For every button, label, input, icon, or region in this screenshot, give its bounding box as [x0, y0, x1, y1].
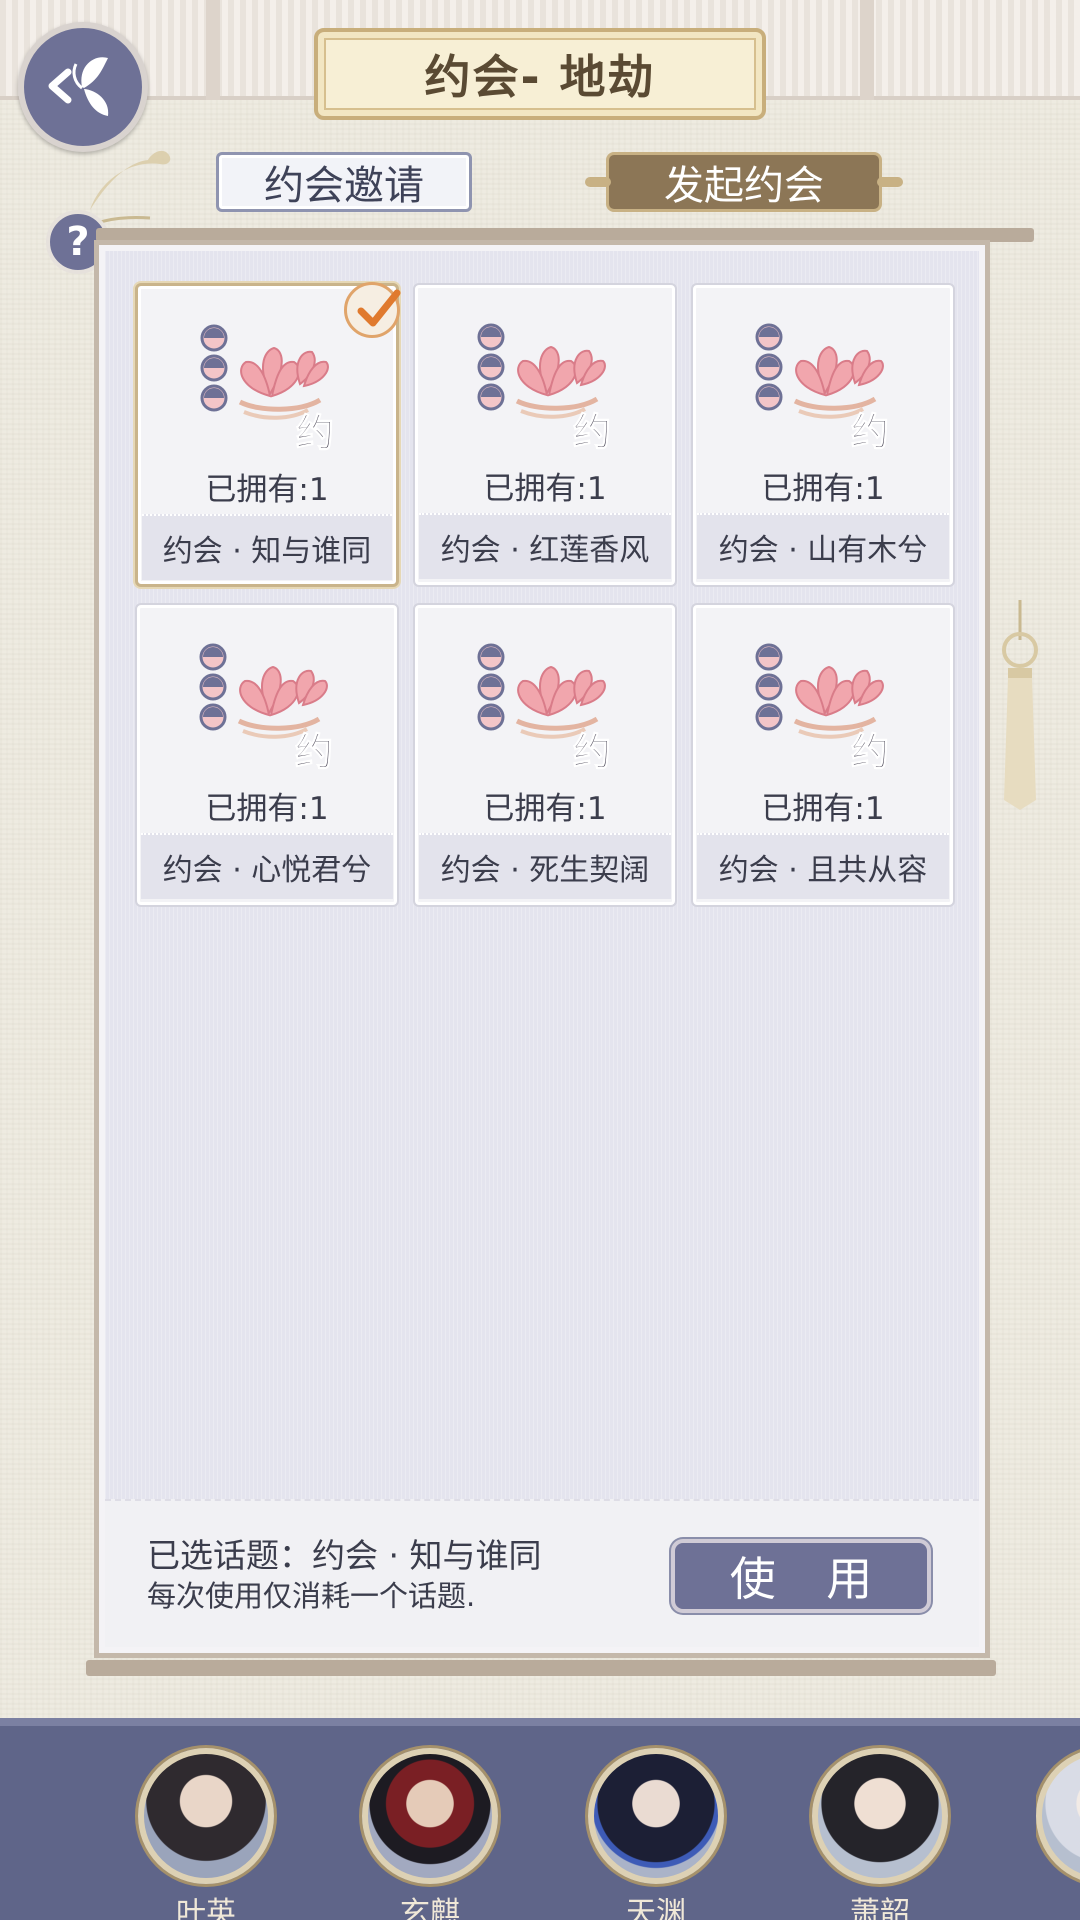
date-character-label: 约: [851, 730, 889, 773]
character-name: 叶英: [176, 1896, 236, 1920]
lotus-date-icon: 约: [199, 643, 334, 773]
date-character-label: 约: [573, 730, 611, 773]
avatar: [362, 1748, 498, 1884]
consume-note-text: 每次使用仅消耗一个话题.: [147, 1579, 476, 1613]
character-name: 萧韶: [850, 1896, 910, 1920]
screen-post: [206, 0, 220, 100]
lotus-base: [515, 396, 599, 411]
scroll-rod-bottom: [86, 1660, 996, 1676]
character-name: 天渊: [626, 1896, 686, 1920]
check-icon: [357, 289, 401, 327]
tab-start-date[interactable]: 发起约会: [585, 152, 903, 212]
tab-start-date-label: 发起约会: [664, 163, 824, 209]
date-character-label: 约: [851, 410, 889, 453]
card-owned-count: 已拥有:1: [761, 791, 885, 827]
character-ye-ying[interactable]: 叶英: [138, 1748, 274, 1920]
title-plaque: 约会- 地劫: [314, 28, 766, 120]
question-icon: ?: [66, 219, 90, 265]
topic-card-3[interactable]: 约 已拥有:1 约会 · 山有木兮: [691, 283, 955, 587]
lotus-date-icon: 约: [477, 643, 612, 773]
selected-topic-text: 已选话题：约会 · 知与谁同: [147, 1536, 542, 1575]
use-button-label: 使 用: [729, 1552, 891, 1606]
card-owned-count: 已拥有:1: [483, 471, 607, 507]
screen-post: [860, 0, 874, 100]
topic-card-5[interactable]: 约 已拥有:1 约会 · 死生契阔: [413, 603, 677, 907]
topic-card-4[interactable]: 约 已拥有:1 约会 · 心悦君兮: [135, 603, 399, 907]
date-character-label: 约: [295, 730, 333, 773]
card-topic-name: 约会 · 红莲香风: [419, 513, 671, 579]
topic-card-6[interactable]: 约 已拥有:1 约会 · 且共从容: [691, 603, 955, 907]
butterfly-back-icon: [48, 57, 109, 116]
topic-card-1[interactable]: 约 已拥有:1 约会 · 知与谁同: [135, 282, 401, 587]
card-topic-name: 约会 · 山有木兮: [697, 513, 949, 579]
selection-footer: 已选话题：约会 · 知与谁同 每次使用仅消耗一个话题. 使 用: [105, 1499, 979, 1647]
character-xiao-shao[interactable]: 萧韶: [812, 1748, 948, 1920]
page-title: 约会- 地劫: [424, 50, 656, 104]
character-partial[interactable]: [1036, 1748, 1080, 1884]
lotus-date-icon: 约: [755, 323, 890, 453]
avatar: [138, 1748, 274, 1884]
card-topic-name: 约会 · 且共从容: [697, 833, 949, 899]
character-name: 玄麒: [400, 1896, 460, 1920]
avatar: [1036, 1748, 1080, 1884]
date-character-label: 约: [296, 411, 334, 454]
character-bar: 叶英 玄麒 天渊 萧韶: [0, 1718, 1080, 1920]
lotus-date-icon: 约: [200, 324, 335, 454]
character-tian-yuan[interactable]: 天渊: [588, 1748, 724, 1920]
card-owned-count: 已拥有:1: [761, 471, 885, 507]
avatar: [588, 1748, 724, 1884]
lotus-base: [793, 396, 877, 411]
topic-grid: 约 已拥有:1 约会 · 知与谁同 约 已拥有:1 约会 · 红莲香风 约 已拥…: [105, 251, 979, 1647]
use-button[interactable]: 使 用: [671, 1539, 931, 1613]
lotus-base: [237, 716, 321, 731]
lotus-base: [238, 397, 322, 412]
date-character-label: 约: [573, 410, 611, 453]
selected-check-badge: [344, 282, 401, 338]
card-owned-count: 已拥有:1: [483, 791, 607, 827]
card-topic-name: 约会 · 心悦君兮: [141, 833, 393, 899]
card-owned-count: 已拥有:1: [205, 472, 329, 508]
card-topic-name: 约会 · 知与谁同: [142, 514, 392, 580]
tassel-decoration-icon: [1002, 600, 1038, 810]
card-owned-count: 已拥有:1: [205, 791, 329, 827]
topic-card-2[interactable]: 约 已拥有:1 约会 · 红莲香风: [413, 283, 677, 587]
tab-date-invitation[interactable]: 约会邀请: [216, 152, 472, 212]
lotus-base: [515, 716, 599, 731]
lotus-date-icon: 约: [477, 323, 612, 453]
card-topic-name: 约会 · 死生契阔: [419, 833, 671, 899]
topic-panel: 约 已拥有:1 约会 · 知与谁同 约 已拥有:1 约会 · 红莲香风 约 已拥…: [94, 240, 990, 1658]
character-xuan-qi[interactable]: 玄麒: [362, 1748, 498, 1920]
lotus-base: [793, 716, 877, 731]
avatar: [812, 1748, 948, 1884]
lotus-date-icon: 约: [755, 643, 890, 773]
